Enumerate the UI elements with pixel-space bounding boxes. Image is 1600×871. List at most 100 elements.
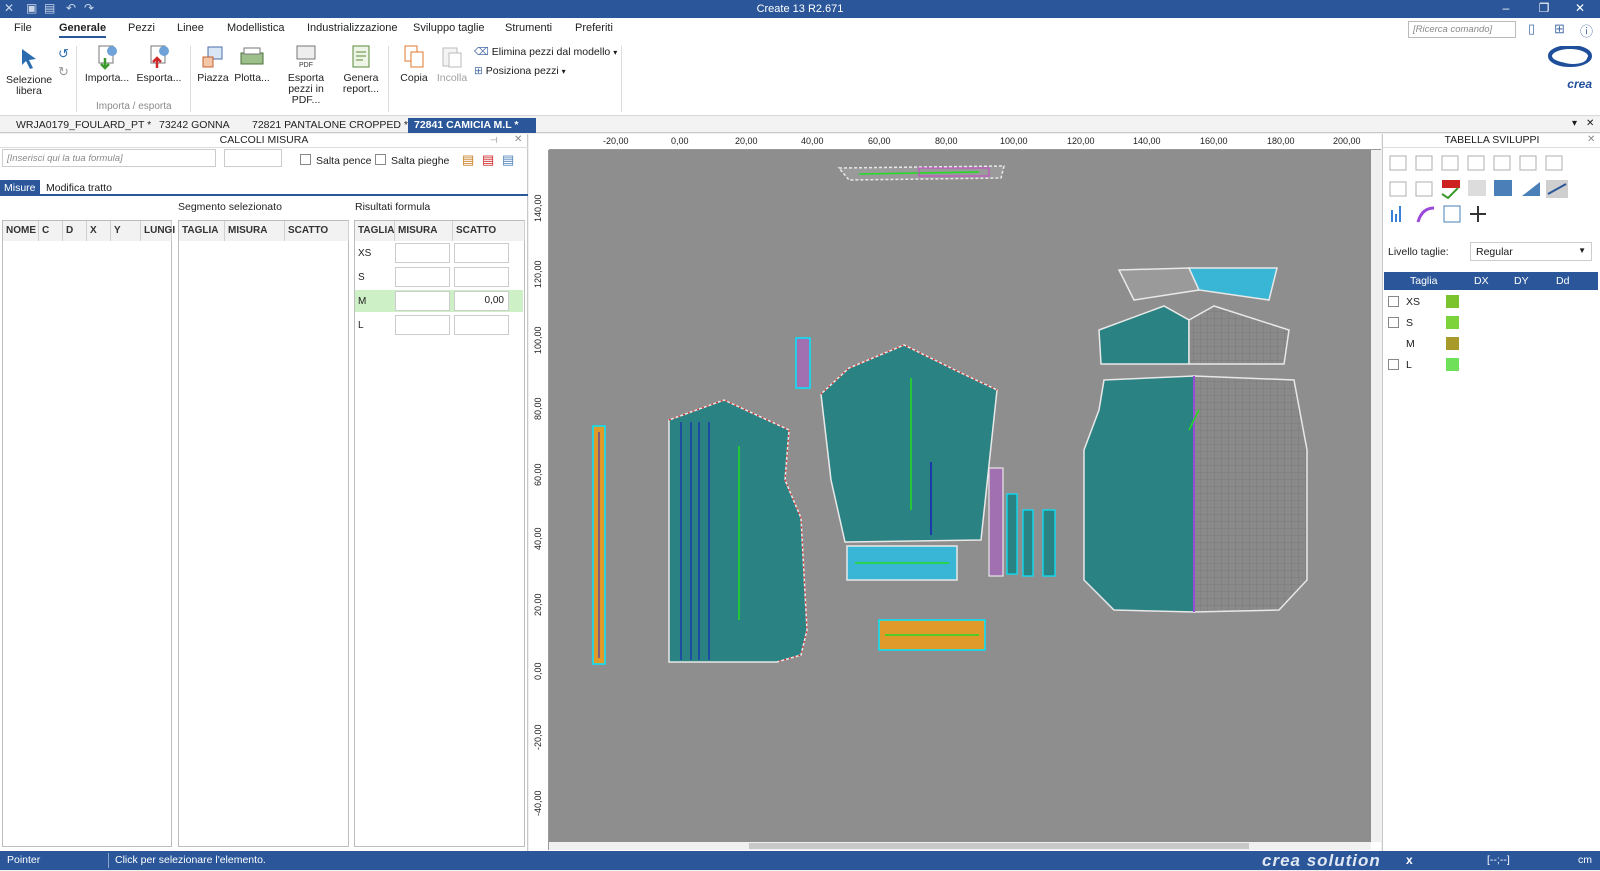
nome-grid[interactable]: NOME C D X Y LUNGI (2, 220, 175, 847)
esporta-button[interactable]: Esporta... (136, 44, 182, 84)
formula-result-field[interactable] (224, 149, 282, 167)
horizontal-scrollbar[interactable] (549, 842, 1371, 850)
col-misura[interactable]: MISURA (225, 221, 285, 241)
col-taglia[interactable]: Taglia (1410, 275, 1437, 287)
menu-linee[interactable]: Linee (177, 22, 204, 34)
minimize-icon[interactable]: – (1496, 1, 1516, 15)
redo-select-icon[interactable]: ↻ (58, 64, 69, 80)
pattern-piece-placket[interactable] (592, 425, 606, 665)
formula-input[interactable]: [Inserisci qui la tua formula] (2, 149, 216, 167)
pattern-piece-yoke[interactable] (1098, 305, 1290, 365)
document-icon[interactable]: ▯ (1528, 21, 1535, 37)
posiziona-pezzi-button[interactable]: ⊞ Posiziona pezzi ▾ (474, 65, 566, 77)
pin-icon[interactable]: ⊣ (490, 135, 498, 146)
pattern-piece-sleeve[interactable] (820, 344, 998, 543)
genera-report-button[interactable]: Genera report... (340, 44, 382, 95)
misura-cell-l[interactable] (395, 315, 450, 335)
tab-gonna[interactable]: 73242 GONNA (153, 118, 236, 133)
col-c[interactable]: C (39, 221, 63, 241)
menu-sviluppo-taglie[interactable]: Sviluppo taglie (413, 22, 485, 34)
panel-close-icon[interactable]: ✕ (1587, 134, 1595, 145)
misura-cell-m[interactable] (395, 291, 450, 311)
misura-cell-s[interactable] (395, 267, 450, 287)
grid-icon[interactable]: ⊞ (1554, 21, 1565, 37)
tab-misure[interactable]: Misure (0, 180, 40, 196)
menu-industrializzazione[interactable]: Industrializzazione (307, 22, 398, 34)
size-s-color[interactable] (1446, 316, 1459, 329)
scroll-thumb[interactable] (749, 843, 1249, 849)
size-s-checkbox[interactable] (1388, 317, 1399, 328)
size-l-color[interactable] (1446, 358, 1459, 371)
col-x[interactable]: X (87, 221, 111, 241)
col-nome[interactable]: NOME (3, 221, 39, 241)
col-taglia[interactable]: TAGLIA (179, 221, 225, 241)
col-scatto[interactable]: SCATTO (453, 221, 525, 241)
col-dy[interactable]: DY (1514, 275, 1529, 287)
size-xs-checkbox[interactable] (1388, 296, 1399, 307)
scatto-cell-m[interactable]: 0,00 (454, 291, 509, 311)
menu-file[interactable]: File (14, 22, 32, 34)
pattern-piece-cuff[interactable] (846, 545, 958, 581)
tab-foulard[interactable]: WRJA0179_FOULARD_PT * (10, 118, 157, 133)
undo-select-icon[interactable]: ↺ (58, 46, 69, 62)
col-lungi[interactable]: LUNGI (141, 221, 175, 241)
search-input[interactable]: [Ricerca comando] (1408, 21, 1516, 38)
plotta-button[interactable]: Plotta... (233, 44, 271, 84)
col-taglia[interactable]: TAGLIA (355, 221, 395, 241)
size-m-color[interactable] (1446, 337, 1459, 350)
tabs-menu-icon[interactable]: ▾ (1572, 118, 1577, 129)
info-icon[interactable]: ⓘ (1580, 21, 1593, 40)
col-dd[interactable]: Dd (1556, 275, 1569, 287)
panel-close-icon[interactable]: ✕ (514, 134, 522, 145)
pattern-piece-cuff-tab[interactable] (795, 337, 811, 389)
col-scatto[interactable]: SCATTO (285, 221, 349, 241)
pattern-workspace[interactable] (549, 150, 1371, 842)
salta-pieghe-checkbox[interactable] (375, 154, 386, 165)
col-misura[interactable]: MISURA (395, 221, 453, 241)
menu-strumenti[interactable]: Strumenti (505, 22, 552, 34)
col-d[interactable]: D (63, 221, 87, 241)
livello-taglie-select[interactable]: Regular ▼ (1470, 242, 1592, 261)
size-l-checkbox[interactable] (1388, 359, 1399, 370)
ruler-tick: -20,00 (533, 724, 543, 750)
tab-pantalone[interactable]: 72821 PANTALONE CROPPED * (246, 118, 414, 133)
add-formula-icon[interactable]: ▤ (462, 152, 474, 168)
pattern-piece-collar-strip[interactable] (837, 165, 1005, 181)
pattern-piece-front[interactable] (668, 399, 808, 663)
incolla-button[interactable]: Incolla (434, 44, 470, 84)
menu-preferiti[interactable]: Preferiti (575, 22, 613, 34)
col-dx[interactable]: DX (1474, 275, 1489, 287)
delete-formula-icon[interactable]: ▤ (482, 152, 494, 168)
close-icon[interactable]: ✕ (1570, 1, 1590, 15)
copia-button[interactable]: Copia (398, 44, 430, 84)
tabs-close-icon[interactable]: ✕ (1586, 118, 1594, 129)
scatto-cell-s[interactable] (454, 267, 509, 287)
livello-value: Regular (1476, 246, 1513, 258)
col-y[interactable]: Y (111, 221, 141, 241)
salta-pence-checkbox[interactable] (300, 154, 311, 165)
refresh-formula-icon[interactable]: ▤ (502, 152, 514, 168)
tab-modifica-tratto[interactable]: Modifica tratto (42, 180, 116, 196)
piazza-button[interactable]: Piazza (196, 44, 230, 84)
subtabs: Misure Modifica tratto (0, 180, 528, 196)
pattern-piece-collar-stand[interactable] (878, 619, 986, 651)
segmento-grid[interactable]: TAGLIA MISURA SCATTO (178, 220, 349, 847)
menu-generale[interactable]: Generale (59, 22, 107, 38)
scatto-cell-l[interactable] (454, 315, 509, 335)
pattern-piece-back[interactable] (1083, 375, 1308, 613)
pattern-piece-small-strips[interactable] (988, 467, 1056, 577)
tab-camicia[interactable]: 72841 CAMICIA M.L * (408, 118, 536, 133)
misura-cell-xs[interactable] (395, 243, 450, 263)
menu-modellistica[interactable]: Modellistica (227, 22, 284, 34)
ruler-tick: -40,00 (533, 790, 543, 816)
size-xs-color[interactable] (1446, 295, 1459, 308)
elimina-pezzi-button[interactable]: ⌫ Elimina pezzi dal modello ▾ (474, 46, 617, 58)
esporta-pdf-button[interactable]: PDF Esporta pezzi in PDF... (276, 44, 336, 106)
importa-button[interactable]: Importa... (84, 44, 130, 84)
pattern-piece-collar[interactable] (1117, 267, 1278, 301)
selezione-libera-button[interactable]: Selezione libera (6, 46, 52, 97)
menu-pezzi[interactable]: Pezzi (128, 22, 155, 34)
vertical-scrollbar[interactable] (1371, 150, 1381, 842)
scatto-cell-xs[interactable] (454, 243, 509, 263)
restore-icon[interactable]: ❐ (1534, 1, 1554, 15)
